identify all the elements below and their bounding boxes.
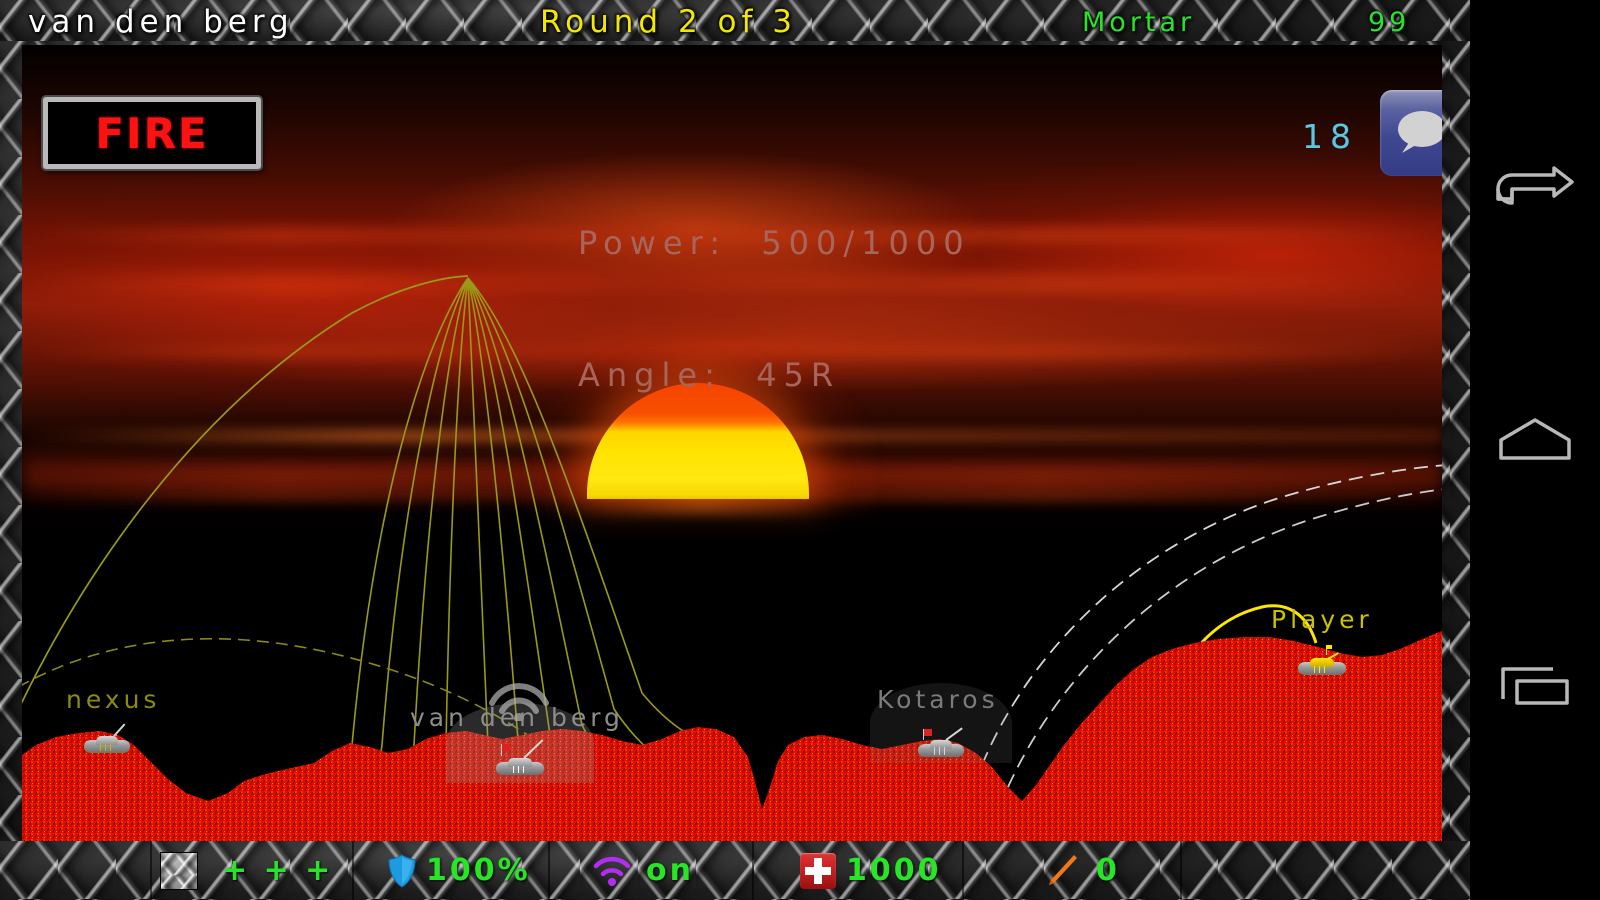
top-hud-bar: van den berg Round 2 of 3 Mortar 99 [0, 0, 1470, 47]
tank-stripe [1319, 666, 1320, 673]
fuel-value: 0 [1096, 853, 1120, 888]
shield-value: 100% [426, 853, 531, 888]
angle-readout: Angle: 45R [578, 356, 841, 394]
power-readout: Power: 500/1000 [578, 224, 971, 262]
tank-stripe [1314, 666, 1315, 673]
health-value: 1000 [846, 853, 942, 888]
tank-flag [1327, 645, 1332, 649]
chat-unread-count: 18 [1302, 117, 1358, 156]
tank-player[interactable] [1298, 645, 1346, 675]
game-screen: van den berg Round 2 of 3 Mortar 99 nexu… [0, 0, 1600, 900]
nav-back-button[interactable] [1470, 140, 1600, 250]
fire-button-label: FIRE [95, 108, 209, 158]
status-connection[interactable]: on [592, 841, 694, 900]
health-cross-icon [800, 852, 836, 889]
tank-van-den-berg[interactable] [496, 739, 544, 775]
power-angle-readout: Power: 500/1000 Angle: 45R [578, 133, 971, 485]
back-arrow-icon [1496, 166, 1574, 205]
tank-stripe [1324, 666, 1325, 673]
tank-label-player: Player [1271, 605, 1373, 634]
current-player-name: van den berg [28, 4, 294, 40]
tank-stripe [105, 743, 106, 751]
recents-icon [1501, 667, 1569, 705]
divider [548, 841, 550, 900]
boosts-value: + + + [222, 853, 334, 888]
divider [1180, 841, 1182, 900]
tank-stripe [513, 766, 514, 773]
nav-recents-button[interactable] [1470, 630, 1600, 740]
round-indicator: Round 2 of 3 [540, 4, 797, 40]
tank-stripe [944, 747, 945, 755]
status-fuel[interactable]: 0 [1040, 841, 1120, 900]
status-health[interactable]: 1000 [800, 841, 942, 900]
bottom-status-bar: + + + 100% on 1000 0 [0, 841, 1470, 900]
chat-bubble-icon [1398, 111, 1442, 153]
tank-label-nexus: nexus [66, 685, 161, 714]
divider [150, 841, 152, 900]
tank-kotaros[interactable] [918, 727, 964, 757]
playfield[interactable]: nexus van den berg Kotaros Player Power:… [22, 45, 1442, 841]
tank-stripe [518, 766, 519, 773]
divider [352, 841, 354, 900]
selected-weapon-name[interactable]: Mortar [1082, 0, 1195, 47]
game-frame: nexus van den berg Kotaros Player Power:… [0, 41, 1470, 841]
wifi-icon [593, 856, 631, 886]
tank-label-kotaros: Kotaros [877, 685, 999, 714]
chat-button[interactable] [1380, 90, 1442, 176]
tank-stripe [523, 766, 524, 773]
diamond-plate-tile-icon [160, 851, 198, 890]
android-nav-bar [1470, 0, 1600, 900]
tank-stripe [100, 743, 101, 751]
connection-value: on [646, 853, 694, 888]
home-icon [1499, 418, 1571, 460]
tank-flag [924, 729, 932, 736]
tank-stripe [110, 743, 111, 751]
tank-label-van-den-berg: van den berg [410, 703, 624, 732]
terrain-surface [22, 631, 1442, 841]
tank-turret [508, 758, 532, 767]
sword-icon [1049, 854, 1077, 885]
tank-stripe [939, 747, 940, 755]
divider [752, 841, 754, 900]
fire-button[interactable]: FIRE [43, 97, 261, 169]
ammo-count: 99 [1368, 7, 1411, 38]
status-boosts[interactable]: + + + [222, 841, 333, 900]
tank-stripe [934, 747, 935, 755]
status-shield[interactable]: 100% [388, 841, 531, 900]
nav-home-button[interactable] [1470, 385, 1600, 495]
shield-icon [388, 853, 416, 888]
divider [962, 841, 964, 900]
status-terrain[interactable] [160, 841, 198, 900]
tank-nexus[interactable] [84, 723, 130, 753]
tank-flag [502, 744, 510, 751]
